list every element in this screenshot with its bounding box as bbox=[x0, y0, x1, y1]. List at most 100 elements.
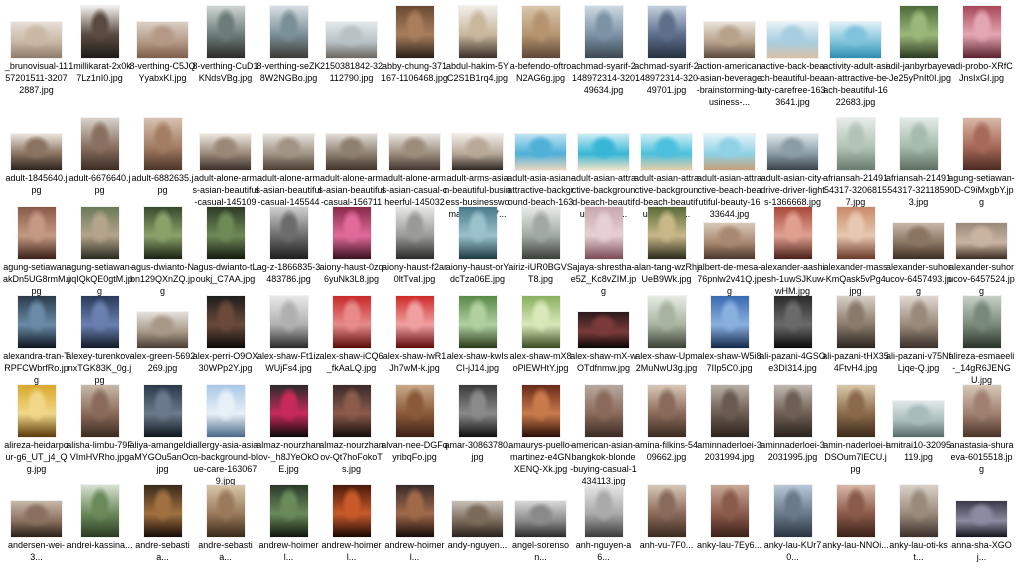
file-item[interactable]: andrew-hoimerl... bbox=[383, 483, 446, 581]
file-item[interactable]: allergy-asia-asian-background-blue-care-… bbox=[193, 383, 258, 486]
image-thumbnail[interactable] bbox=[647, 296, 686, 348]
file-item[interactable]: agus-dwianto-Nbn129QXnZQ.jpg bbox=[130, 205, 195, 303]
file-item[interactable]: adult-asian-attractive-background-beach-… bbox=[571, 116, 636, 219]
image-thumbnail[interactable] bbox=[710, 296, 749, 348]
image-thumbnail[interactable] bbox=[80, 6, 119, 58]
file-item[interactable]: aliya-amangeldi-aMYGOu5anOc.jpg bbox=[129, 383, 196, 481]
file-item[interactable]: andrew-hoimerl... bbox=[320, 483, 383, 581]
file-item[interactable]: andre-sebastia... bbox=[131, 483, 194, 581]
image-thumbnail[interactable] bbox=[584, 485, 623, 537]
image-thumbnail[interactable] bbox=[206, 485, 245, 537]
image-thumbnail[interactable] bbox=[395, 385, 434, 437]
image-thumbnail[interactable] bbox=[647, 6, 686, 58]
image-thumbnail[interactable] bbox=[206, 6, 245, 58]
image-thumbnail[interactable] bbox=[836, 296, 875, 348]
image-thumbnail[interactable] bbox=[704, 22, 755, 58]
file-item[interactable]: activity-adult-asian-attractive-beach-be… bbox=[823, 4, 888, 107]
image-thumbnail[interactable] bbox=[899, 118, 938, 170]
file-item[interactable]: adult-asian-attractive-background-beach-… bbox=[634, 116, 699, 219]
file-item[interactable]: alex-shaw-mX8oPlEWHtY.jpg bbox=[509, 294, 572, 392]
image-thumbnail[interactable] bbox=[578, 134, 629, 170]
file-item[interactable]: anky-lau-KUr70... bbox=[761, 483, 824, 581]
file-item[interactable]: anky-lau-oti-kst... bbox=[887, 483, 950, 581]
image-thumbnail[interactable] bbox=[458, 385, 497, 437]
file-item[interactable]: 8-verthing-seZK8W2NGBo.jpg bbox=[256, 4, 321, 102]
file-item[interactable]: anastasia-shuraeva-6015518.jpg bbox=[949, 383, 1014, 481]
image-thumbnail[interactable] bbox=[326, 22, 377, 58]
file-item[interactable]: almaz-nourzhanov-Qt7hoFokoTs.jpg bbox=[319, 383, 384, 481]
image-thumbnail[interactable] bbox=[836, 385, 875, 437]
file-item[interactable]: alan-tang-wzRhjUeB9Wk.jpg bbox=[634, 205, 699, 303]
image-thumbnail[interactable] bbox=[269, 385, 308, 437]
file-item[interactable]: ajaya-shrestha-e5Z_Kc8vZIM.jpg bbox=[571, 205, 636, 303]
file-item[interactable]: ali-pazani-tHX354FtvH4.jpg bbox=[822, 294, 889, 392]
file-item[interactable]: alex-green-5692269.jpg bbox=[130, 294, 195, 392]
image-thumbnail[interactable] bbox=[395, 296, 434, 348]
file-item[interactable]: agung-setiawan-uqIQkQE0gtM.jpg bbox=[66, 205, 133, 303]
image-thumbnail[interactable] bbox=[269, 485, 308, 537]
file-item[interactable]: airiz-iUR0BGVST8.jpg bbox=[508, 205, 573, 303]
image-thumbnail[interactable] bbox=[200, 134, 251, 170]
file-item[interactable]: adi-probo-XRfCJnsIxGI.jpg bbox=[950, 4, 1013, 102]
file-item[interactable]: alex-shaw-Ft1izWUjFs4.jpg bbox=[257, 294, 320, 392]
image-thumbnail[interactable] bbox=[641, 134, 692, 170]
file-item[interactable]: amina-filkins-5409662.jpg bbox=[635, 383, 698, 481]
file-item[interactable]: andre-sebastia... bbox=[194, 483, 257, 581]
file-item[interactable]: alexey-turenkov-nxTGK83K_0g.jpg bbox=[66, 294, 133, 392]
image-thumbnail[interactable] bbox=[899, 6, 938, 58]
image-thumbnail[interactable] bbox=[647, 385, 686, 437]
image-thumbnail[interactable] bbox=[767, 22, 818, 58]
image-thumbnail[interactable] bbox=[326, 134, 377, 170]
image-thumbnail[interactable] bbox=[269, 6, 308, 58]
image-thumbnail[interactable] bbox=[710, 385, 749, 437]
file-item[interactable]: adult-6676640.jpg bbox=[68, 116, 131, 214]
file-item[interactable]: alex-shaw-W5i87IIp5C0.jpg bbox=[697, 294, 762, 392]
file-item[interactable]: alexander-suhorucov-6457524.jpg bbox=[948, 205, 1015, 303]
file-item[interactable]: aminnaderloei-32031994.jpg bbox=[697, 383, 762, 481]
image-thumbnail[interactable] bbox=[143, 485, 182, 537]
file-item[interactable]: adult-6882635.jpg bbox=[131, 116, 194, 214]
image-thumbnail[interactable] bbox=[704, 223, 755, 259]
file-item[interactable]: anky-lau-NNOi... bbox=[822, 483, 889, 581]
file-item[interactable]: _brunovisual-1157201511-32072887.jpg bbox=[5, 4, 68, 102]
image-thumbnail[interactable] bbox=[899, 296, 938, 348]
image-thumbnail[interactable] bbox=[893, 401, 944, 437]
file-item[interactable]: amin-naderloei-lDSOum7lECU.jpg bbox=[823, 383, 888, 481]
image-thumbnail[interactable] bbox=[830, 22, 881, 58]
file-item[interactable]: afriansah-2149154317-32118593.jpg bbox=[886, 116, 951, 214]
image-thumbnail[interactable] bbox=[773, 485, 812, 537]
image-thumbnail[interactable] bbox=[515, 501, 566, 537]
file-item[interactable]: andersen-wei-3... bbox=[5, 483, 68, 581]
image-thumbnail[interactable] bbox=[80, 118, 119, 170]
image-thumbnail[interactable] bbox=[17, 207, 56, 259]
file-item[interactable]: angel-sorenson... bbox=[509, 483, 572, 581]
image-thumbnail[interactable] bbox=[773, 207, 812, 259]
image-thumbnail[interactable] bbox=[332, 296, 371, 348]
file-item[interactable]: agung-setiawan-0D-C9iMxgbY.jpg bbox=[948, 116, 1015, 214]
file-item[interactable]: andy-nguyen... bbox=[446, 483, 509, 581]
file-item[interactable]: adult-alone-arms-asian-beautiful-casual-… bbox=[318, 116, 385, 219]
image-thumbnail[interactable] bbox=[452, 501, 503, 537]
file-item[interactable]: aiony-haust-orYdcTza06E.jpg bbox=[446, 205, 509, 303]
image-thumbnail[interactable] bbox=[578, 312, 629, 348]
file-item[interactable]: anh-nguyen-a6... bbox=[572, 483, 635, 581]
file-item[interactable]: adil-janbyrbayev-Je25yPnIt0I.jpg bbox=[886, 4, 951, 102]
image-thumbnail[interactable] bbox=[458, 6, 497, 58]
image-thumbnail[interactable] bbox=[395, 207, 434, 259]
image-thumbnail[interactable] bbox=[962, 118, 1001, 170]
image-thumbnail[interactable] bbox=[521, 296, 560, 348]
file-item[interactable]: alexander-mass-KmQask5vPg4.jpg bbox=[823, 205, 888, 303]
image-thumbnail[interactable] bbox=[458, 296, 497, 348]
file-item[interactable]: 1millikarat-2x0k7Lz1nI0.jpg bbox=[68, 4, 131, 102]
image-thumbnail[interactable] bbox=[962, 385, 1001, 437]
file-item[interactable]: agus-dwianto-tLoukj_C7AA.jpg bbox=[193, 205, 258, 303]
file-item[interactable]: achmad-syarif-2148972314-32049701.jpg bbox=[634, 4, 699, 102]
file-item[interactable]: anh-vu-7F0... bbox=[635, 483, 698, 581]
image-thumbnail[interactable] bbox=[458, 207, 497, 259]
image-thumbnail[interactable] bbox=[143, 385, 182, 437]
image-thumbnail[interactable] bbox=[836, 118, 875, 170]
file-item[interactable]: ali-pazani-4GSOe3DI314.jpg bbox=[759, 294, 826, 392]
image-thumbnail[interactable] bbox=[395, 485, 434, 537]
image-thumbnail[interactable] bbox=[206, 296, 245, 348]
image-thumbnail[interactable] bbox=[137, 312, 188, 348]
